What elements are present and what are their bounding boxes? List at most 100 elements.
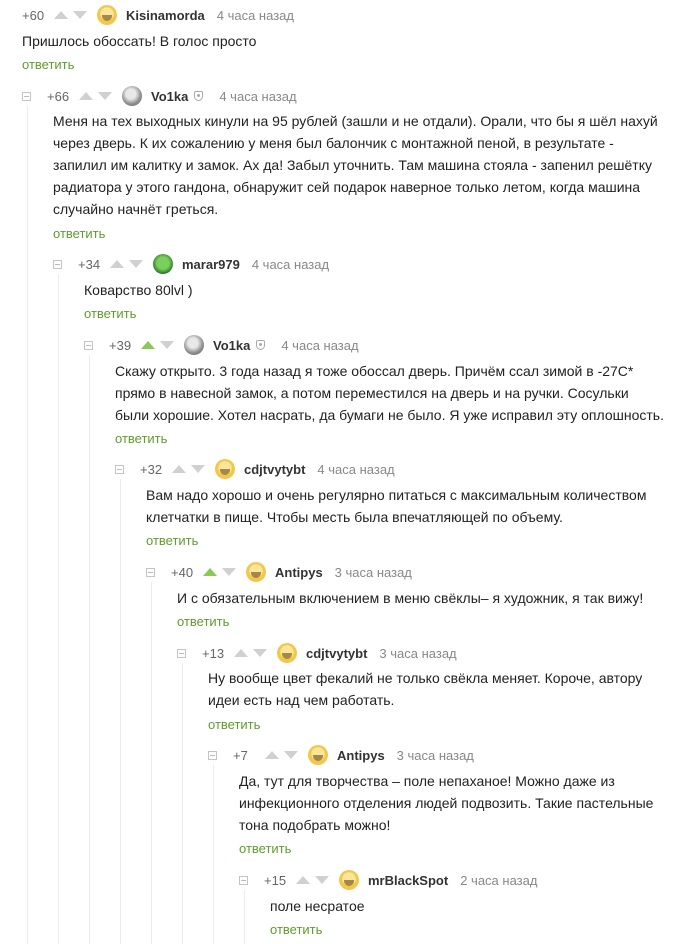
thread-line <box>58 274 59 944</box>
verified-shield-icon <box>256 340 266 350</box>
upvote-arrow-icon[interactable] <box>110 260 124 268</box>
upvote-arrow-icon[interactable] <box>296 876 310 884</box>
comment-header: +34 marar979 4 часа назад <box>53 254 329 274</box>
comment-text-line: случайно начнёт греться. <box>53 201 219 217</box>
comment-text-line: были хорошие. Хотел насрать, да бумаги н… <box>115 407 664 423</box>
reply-link[interactable]: ответить <box>115 431 167 446</box>
reply-link[interactable]: ответить <box>146 533 198 548</box>
comment-text-line: клетчатки в пище. Чтобы месть была впеча… <box>146 509 563 525</box>
comment-rating: +13 <box>202 645 225 661</box>
upvote-arrow-icon[interactable] <box>54 11 68 19</box>
upvote-arrow-icon[interactable] <box>265 751 279 759</box>
collapse-toggle-icon[interactable] <box>22 91 31 101</box>
username-link[interactable]: Antipys <box>275 565 323 580</box>
comment-text-line: Да, тут для творчества – поле непаханое!… <box>239 773 615 789</box>
collapse-toggle-icon[interactable] <box>146 567 155 577</box>
comment-time: 3 часа назад <box>396 747 474 763</box>
comment-rating: +15 <box>264 872 287 888</box>
comment-header: +13 cdjtvytybt 3 часа назад <box>177 643 457 663</box>
downvote-arrow-icon[interactable] <box>284 751 298 759</box>
avatar-gray-icon[interactable] <box>184 335 204 355</box>
avatar-gold-icon[interactable] <box>97 5 117 25</box>
downvote-arrow-icon[interactable] <box>222 568 236 576</box>
username-link[interactable]: Kisinamorda <box>126 8 205 23</box>
upvote-arrow-icon[interactable] <box>79 92 93 100</box>
collapse-toggle-icon[interactable] <box>239 875 248 885</box>
comment-text-line: Меня на тех выходных кинули на 95 рублей… <box>53 113 658 129</box>
downvote-arrow-icon[interactable] <box>129 260 143 268</box>
upvote-arrow-icon[interactable] <box>234 649 248 657</box>
avatar-gold-icon[interactable] <box>215 459 235 479</box>
username-link[interactable]: marar979 <box>182 257 240 272</box>
comment-rating: +39 <box>109 337 132 353</box>
comment-rating: +60 <box>22 7 45 23</box>
avatar-gold-icon[interactable] <box>308 745 328 765</box>
upvote-arrow-icon[interactable] <box>203 568 217 576</box>
comment-text-line: поле несратое <box>270 898 365 914</box>
reply-link[interactable]: ответить <box>53 226 105 241</box>
comment-header: +32 cdjtvytybt 4 часа назад <box>115 459 395 479</box>
collapse-toggle-icon[interactable] <box>177 648 186 658</box>
username-link[interactable]: Vo1ka <box>213 338 250 353</box>
comment-time: 4 часа назад <box>219 88 297 104</box>
comment-time: 4 часа назад <box>281 337 359 353</box>
avatar-gold-icon[interactable] <box>339 870 359 890</box>
avatar-green-icon[interactable] <box>153 254 173 274</box>
reply-link[interactable]: ответить <box>270 922 322 937</box>
upvote-arrow-icon[interactable] <box>172 465 186 473</box>
comment-text-line: идеи есть над чем работать. <box>208 692 395 708</box>
upvote-arrow-icon[interactable] <box>141 341 155 349</box>
thread-line <box>244 890 245 944</box>
comment-text-line: радиатора у этого гандона, обнаружит сей… <box>53 179 641 195</box>
comment-header: +15 mrBlackSpot 2 часа назад <box>239 870 537 890</box>
reply-link[interactable]: ответить <box>208 717 260 732</box>
thread-line <box>182 663 183 944</box>
comment-header: +39 Vo1ka 4 часа назад <box>84 335 359 355</box>
reply-link[interactable]: ответить <box>177 614 229 629</box>
collapse-toggle-icon[interactable] <box>208 750 217 760</box>
username-link[interactable]: Vo1ka <box>151 89 188 104</box>
avatar-gold-icon[interactable] <box>246 562 266 582</box>
comment-text-line: Ну вообще цвет фекалий не только свёкла … <box>208 670 643 686</box>
comment-time: 3 часа назад <box>334 564 412 580</box>
comment-time: 3 часа назад <box>379 645 457 661</box>
comment-rating: +32 <box>140 461 163 477</box>
comment-header: +40 Antipys 3 часа назад <box>146 562 412 582</box>
avatar-gold-icon[interactable] <box>277 643 297 663</box>
username-link[interactable]: cdjtvytybt <box>244 462 305 477</box>
avatar-face <box>220 468 230 475</box>
downvote-arrow-icon[interactable] <box>98 92 112 100</box>
comment-time: 4 часа назад <box>216 7 294 23</box>
reply-link[interactable]: ответить <box>239 841 291 856</box>
comment-time: 4 часа назад <box>251 256 330 272</box>
downvote-arrow-icon[interactable] <box>191 465 205 473</box>
collapse-toggle-icon[interactable] <box>84 340 93 350</box>
avatar-face <box>282 652 292 659</box>
comment-rating: +40 <box>171 564 194 580</box>
comment-rating: +7 <box>233 747 248 763</box>
comment-text-line: Вам надо хорошо и очень регулярно питать… <box>146 487 647 503</box>
collapse-toggle-icon[interactable] <box>53 259 62 269</box>
comment-text-line: инфекционного отделения людей подвозить.… <box>239 795 654 811</box>
username-link[interactable]: Antipys <box>337 748 385 763</box>
thread-line <box>151 582 152 944</box>
reply-link[interactable]: ответить <box>22 57 74 72</box>
downvote-arrow-icon[interactable] <box>253 649 267 657</box>
avatar-face <box>251 571 261 578</box>
thread-line <box>89 355 90 944</box>
username-link[interactable]: cdjtvytybt <box>306 646 367 661</box>
username-link[interactable]: mrBlackSpot <box>368 873 448 888</box>
comment-rating: +34 <box>78 256 101 272</box>
comment-text-line: прямо в навесной замок, а потом перемест… <box>115 385 629 401</box>
verified-shield-icon <box>194 91 204 101</box>
downvote-arrow-icon[interactable] <box>160 341 174 349</box>
avatar-face <box>344 879 354 886</box>
comment-text-line: тона подобрать можно! <box>239 817 391 833</box>
downvote-arrow-icon[interactable] <box>315 876 329 884</box>
avatar-gray-icon[interactable] <box>122 86 142 106</box>
collapse-toggle-icon[interactable] <box>115 464 124 474</box>
reply-link[interactable]: ответить <box>84 306 136 321</box>
comment-header: +7 Antipys 3 часа назад <box>208 745 474 765</box>
thread-line <box>27 106 28 944</box>
downvote-arrow-icon[interactable] <box>73 11 87 19</box>
